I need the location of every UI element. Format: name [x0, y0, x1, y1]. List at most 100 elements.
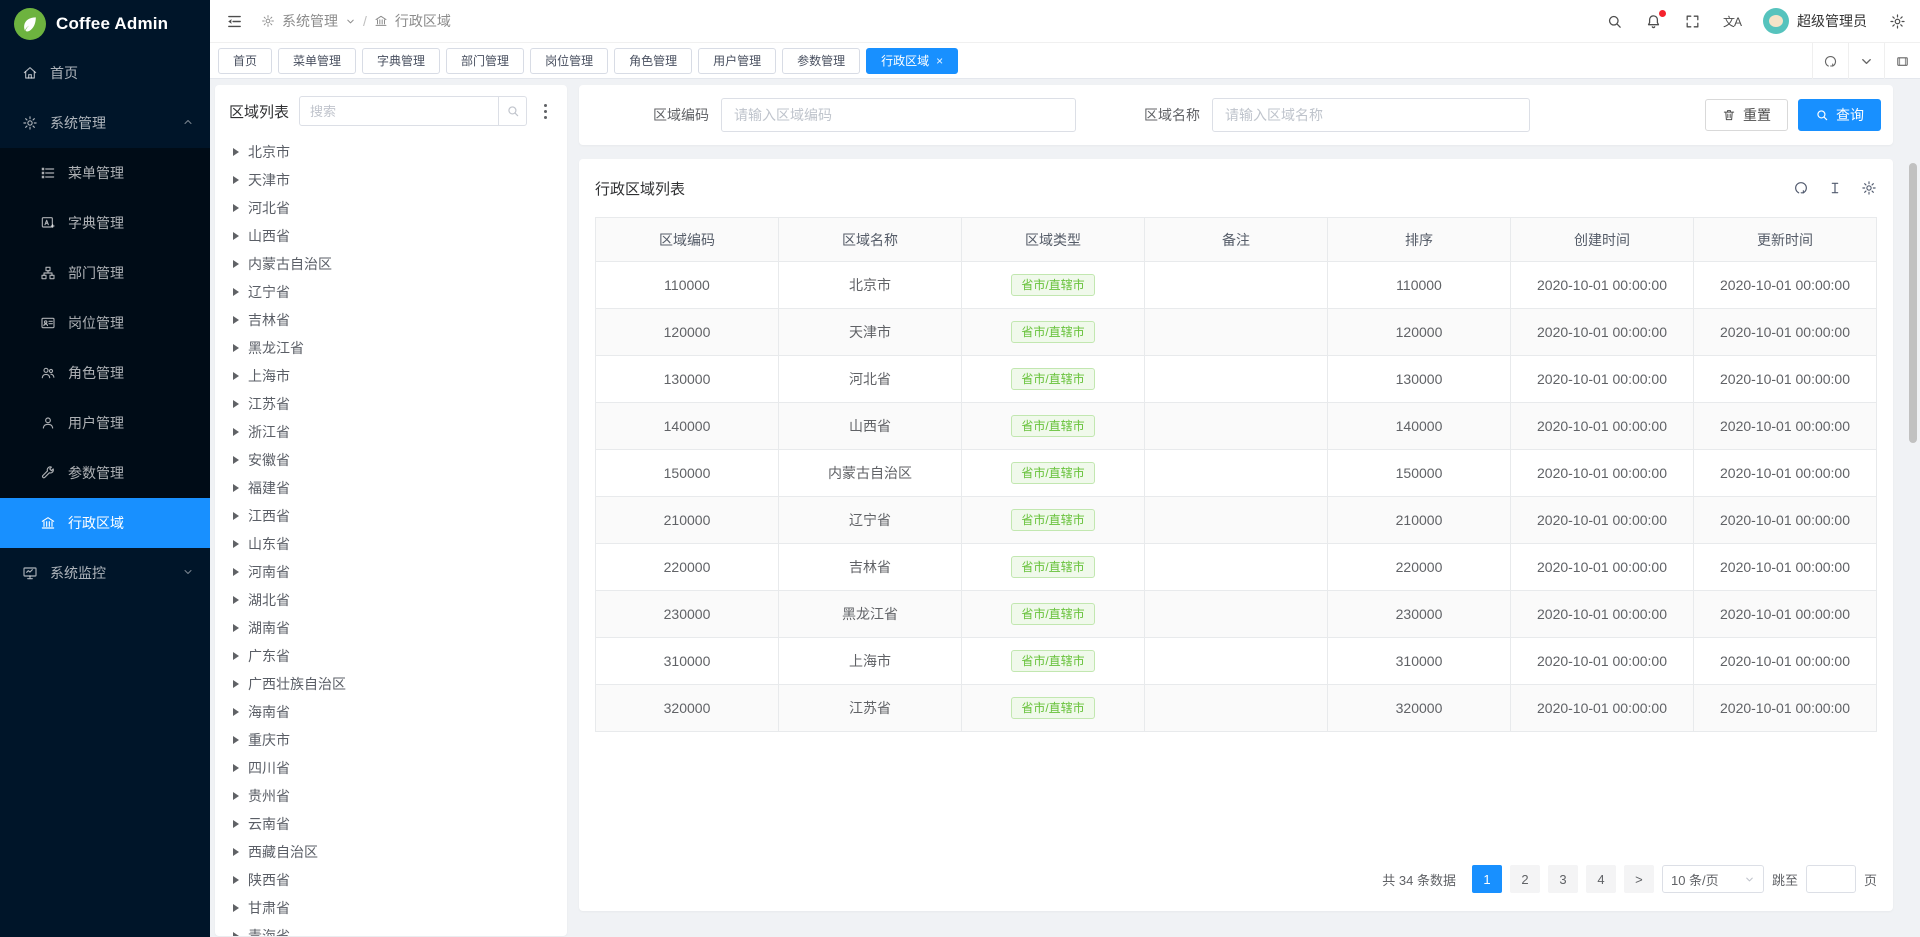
settings-gear-icon[interactable]: [1889, 13, 1906, 30]
table-row[interactable]: 210000辽宁省省市/直辖市2100002020-10-01 00:00:00…: [596, 497, 1877, 544]
region-code-input[interactable]: [721, 98, 1076, 132]
tree-item[interactable]: 海南省: [229, 698, 553, 726]
table-row[interactable]: 140000山西省省市/直辖市1400002020-10-01 00:00:00…: [596, 403, 1877, 450]
refresh-icon[interactable]: [1793, 180, 1809, 196]
sidebar-item-region[interactable]: 行政区域: [0, 498, 210, 548]
tree-item[interactable]: 云南省: [229, 810, 553, 838]
table-row[interactable]: 120000天津市省市/直辖市1200002020-10-01 00:00:00…: [596, 309, 1877, 356]
caret-right-icon[interactable]: [233, 624, 239, 632]
caret-right-icon[interactable]: [233, 540, 239, 548]
caret-right-icon[interactable]: [233, 288, 239, 296]
caret-right-icon[interactable]: [233, 344, 239, 352]
collapse-sidebar-icon[interactable]: [226, 13, 243, 30]
tree-item[interactable]: 湖南省: [229, 614, 553, 642]
tree-item[interactable]: 四川省: [229, 754, 553, 782]
tree-item[interactable]: 浙江省: [229, 418, 553, 446]
tree-item[interactable]: 北京市: [229, 138, 553, 166]
kebab-menu-icon[interactable]: [537, 102, 553, 121]
tab-item[interactable]: 首页: [218, 48, 272, 74]
caret-right-icon[interactable]: [233, 736, 239, 744]
reset-button[interactable]: 重置: [1705, 99, 1788, 131]
caret-right-icon[interactable]: [233, 848, 239, 856]
search-icon[interactable]: [498, 97, 526, 125]
sidebar-item-system[interactable]: 系统管理: [0, 98, 210, 148]
page-button[interactable]: 2: [1510, 865, 1540, 893]
tree-item[interactable]: 甘肃省: [229, 894, 553, 922]
tree-item[interactable]: 安徽省: [229, 446, 553, 474]
caret-right-icon[interactable]: [233, 792, 239, 800]
jump-page-input[interactable]: [1806, 865, 1856, 893]
caret-right-icon[interactable]: [233, 596, 239, 604]
caret-right-icon[interactable]: [233, 568, 239, 576]
tree-item[interactable]: 上海市: [229, 362, 553, 390]
caret-right-icon[interactable]: [233, 708, 239, 716]
tree-item[interactable]: 湖北省: [229, 586, 553, 614]
breadcrumb-section[interactable]: 系统管理: [282, 11, 338, 31]
caret-right-icon[interactable]: [233, 904, 239, 912]
sidebar-item-menu-mgmt[interactable]: 菜单管理: [0, 148, 210, 198]
tab-item[interactable]: 部门管理: [446, 48, 524, 74]
tree-search-input[interactable]: [299, 96, 527, 126]
sidebar-item-role-mgmt[interactable]: 角色管理: [0, 348, 210, 398]
tab-item[interactable]: 角色管理: [614, 48, 692, 74]
caret-right-icon[interactable]: [233, 316, 239, 324]
tree-item[interactable]: 陕西省: [229, 866, 553, 894]
table-row[interactable]: 220000吉林省省市/直辖市2200002020-10-01 00:00:00…: [596, 544, 1877, 591]
sidebar-item-post-mgmt[interactable]: 岗位管理: [0, 298, 210, 348]
tree-item[interactable]: 黑龙江省: [229, 334, 553, 362]
column-settings-gear-icon[interactable]: [1861, 180, 1877, 196]
tree-item[interactable]: 吉林省: [229, 306, 553, 334]
caret-right-icon[interactable]: [233, 932, 239, 936]
refresh-icon[interactable]: [1812, 43, 1848, 79]
caret-right-icon[interactable]: [233, 372, 239, 380]
caret-right-icon[interactable]: [233, 148, 239, 156]
tree-item[interactable]: 山东省: [229, 530, 553, 558]
fullscreen-icon[interactable]: [1684, 13, 1701, 30]
table-row[interactable]: 230000黑龙江省省市/直辖市2300002020-10-01 00:00:0…: [596, 591, 1877, 638]
tab-close-icon[interactable]: ×: [936, 55, 943, 67]
search-icon[interactable]: [1606, 13, 1623, 30]
sidebar-item-department-mgmt[interactable]: 部门管理: [0, 248, 210, 298]
next-page-button[interactable]: >: [1624, 865, 1654, 893]
table-row[interactable]: 150000内蒙古自治区省市/直辖市1500002020-10-01 00:00…: [596, 450, 1877, 497]
user-menu[interactable]: 超级管理员: [1763, 8, 1867, 34]
sidebar-item-monitor[interactable]: 系统监控: [0, 548, 210, 598]
table-row[interactable]: 310000上海市省市/直辖市3100002020-10-01 00:00:00…: [596, 638, 1877, 685]
sidebar-item-home[interactable]: 首页: [0, 48, 210, 98]
region-name-input[interactable]: [1212, 98, 1530, 132]
caret-right-icon[interactable]: [233, 652, 239, 660]
tab-item[interactable]: 菜单管理: [278, 48, 356, 74]
tree-item[interactable]: 广西壮族自治区: [229, 670, 553, 698]
table-row[interactable]: 130000河北省省市/直辖市1300002020-10-01 00:00:00…: [596, 356, 1877, 403]
tree-item[interactable]: 西藏自治区: [229, 838, 553, 866]
row-height-icon[interactable]: [1827, 180, 1843, 196]
page-size-select[interactable]: 10 条/页: [1662, 865, 1764, 893]
caret-right-icon[interactable]: [233, 204, 239, 212]
table-row[interactable]: 110000北京市省市/直辖市1100002020-10-01 00:00:00…: [596, 262, 1877, 309]
tree-item[interactable]: 山西省: [229, 222, 553, 250]
tree-item[interactable]: 福建省: [229, 474, 553, 502]
sidebar-item-parameter-mgmt[interactable]: 参数管理: [0, 448, 210, 498]
sidebar-item-user-mgmt[interactable]: 用户管理: [0, 398, 210, 448]
tree-item[interactable]: 青海省: [229, 922, 553, 936]
brand[interactable]: Coffee Admin: [0, 0, 210, 48]
search-button[interactable]: 查询: [1798, 99, 1881, 131]
caret-right-icon[interactable]: [233, 400, 239, 408]
tab-options-chevron-icon[interactable]: [1848, 43, 1884, 79]
page-button[interactable]: 1: [1472, 865, 1502, 893]
tab-item[interactable]: 行政区域×: [866, 48, 958, 74]
tree-item[interactable]: 江苏省: [229, 390, 553, 418]
tree-item[interactable]: 贵州省: [229, 782, 553, 810]
caret-right-icon[interactable]: [233, 260, 239, 268]
caret-right-icon[interactable]: [233, 456, 239, 464]
page-scrollbar-thumb[interactable]: [1909, 163, 1917, 443]
tree-item[interactable]: 内蒙古自治区: [229, 250, 553, 278]
table-row[interactable]: 320000江苏省省市/直辖市3200002020-10-01 00:00:00…: [596, 685, 1877, 732]
tree-item[interactable]: 重庆市: [229, 726, 553, 754]
caret-right-icon[interactable]: [233, 428, 239, 436]
caret-right-icon[interactable]: [233, 820, 239, 828]
caret-right-icon[interactable]: [233, 512, 239, 520]
translate-icon[interactable]: 文A: [1723, 13, 1741, 30]
caret-right-icon[interactable]: [233, 484, 239, 492]
tree-item[interactable]: 江西省: [229, 502, 553, 530]
